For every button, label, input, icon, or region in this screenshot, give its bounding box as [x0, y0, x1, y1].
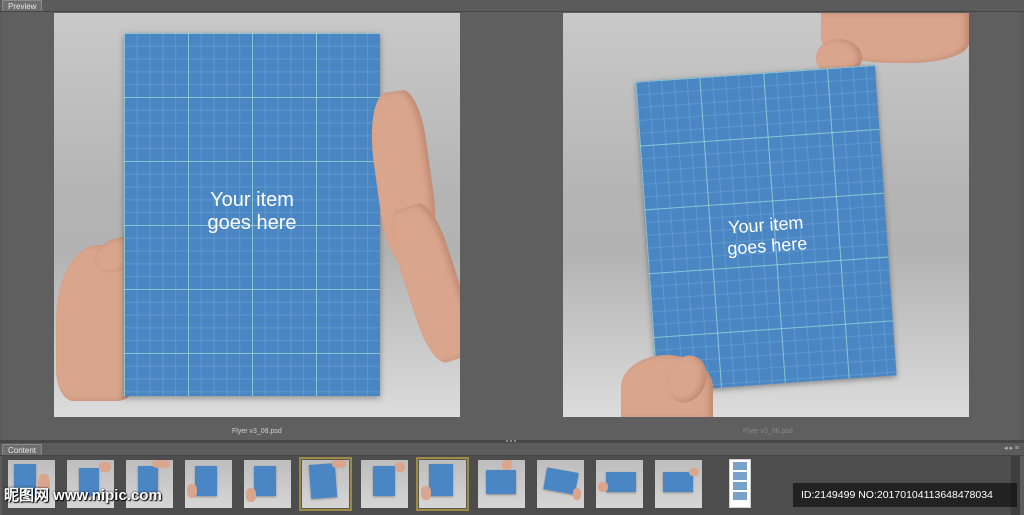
thumbnail[interactable] [358, 457, 411, 511]
watermark-site: 昵图网 www.nipic.com [4, 487, 162, 504]
preview-image-left[interactable]: Your item goes here [54, 13, 460, 417]
preview-image-right[interactable]: Your item goes here [563, 13, 969, 417]
thumbnail[interactable] [652, 457, 705, 511]
resize-grip-icon[interactable] [505, 439, 519, 444]
thumbnail[interactable] [475, 457, 528, 511]
flyer-text: Your item goes here [645, 207, 887, 265]
flyer-mockup: Your item goes here [635, 65, 897, 392]
thumbnail-selected[interactable] [299, 457, 352, 511]
flyer-mockup: Your item goes here [124, 33, 380, 396]
content-toolbar-icons[interactable]: ◂ ▸ ≡ [1004, 444, 1019, 452]
watermark-id: ID:2149499 NO:20170104113648478034 [793, 483, 1017, 507]
preview-filename: Flyer v3_06.psd [743, 428, 793, 435]
thumbnail-selected[interactable] [416, 457, 469, 511]
preview-panel: Your item goes here Flyer v3_08.psd Your… [2, 12, 1020, 440]
forearm [382, 198, 460, 368]
thumbnail[interactable] [593, 457, 646, 511]
preview-filename: Flyer v3_08.psd [232, 428, 282, 435]
flyer-text: Your item goes here [124, 189, 380, 235]
flyer-text-line2: goes here [207, 212, 297, 234]
thumbnail[interactable] [534, 457, 587, 511]
filmstrip-icon[interactable] [729, 459, 751, 508]
thumbnail[interactable] [182, 457, 235, 511]
thumbnail[interactable] [241, 457, 294, 511]
flyer-text-line1: Your item [210, 189, 294, 211]
